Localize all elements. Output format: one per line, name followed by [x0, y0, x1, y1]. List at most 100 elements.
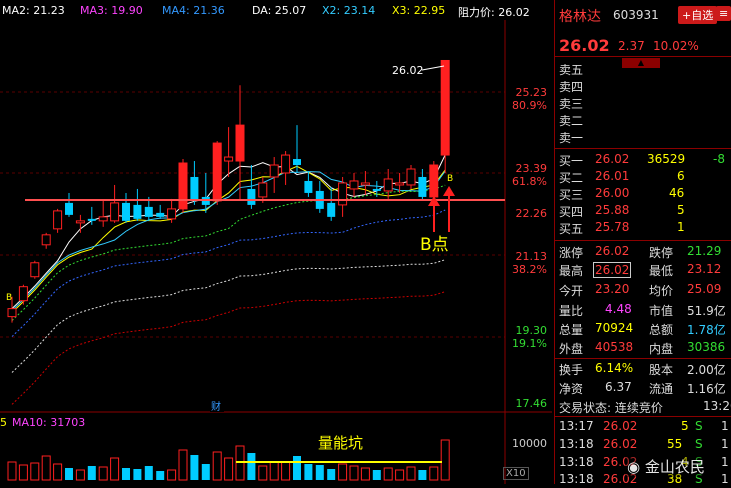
candle [190, 161, 199, 205]
finance-marker: 财 [211, 400, 221, 413]
candle [75, 214, 85, 233]
stat-limit: 涨停 26.02 跌停 21.29 [559, 244, 722, 260]
volume-bar [212, 451, 222, 481]
candle-body [224, 156, 234, 162]
legend-ma3: MA3: 19.90 [80, 4, 143, 17]
volume-bar [156, 471, 165, 480]
candle-body [269, 164, 279, 178]
ma-line-green [11, 184, 446, 321]
price-change: 2.37 [618, 39, 645, 53]
candle [224, 127, 234, 177]
more-icon[interactable]: ≡ [716, 6, 731, 21]
candle [110, 184, 120, 223]
volume-bar [315, 465, 324, 480]
stock-code: 603931 [613, 8, 659, 22]
legend-resistance: 阻力价: 26.02 [458, 6, 530, 19]
y-label-191: 19.1% [512, 337, 547, 350]
candle-body [53, 210, 63, 230]
candle-body [178, 162, 188, 210]
candle-body [7, 308, 17, 318]
candle [304, 170, 313, 197]
tick-row: 13:17 26.02 5 S 1 [559, 419, 729, 433]
y-label-1746: 17.46 [515, 397, 548, 410]
volume-bar [327, 469, 336, 480]
candle [133, 188, 142, 221]
volume-bar [75, 469, 85, 481]
candle-body [133, 204, 142, 219]
ma-line-cyan [11, 170, 446, 311]
stock-header: 格林达 603931 +自选 ≡ [555, 6, 731, 26]
buy-1: 买一 26.02 36529 -8 [559, 152, 725, 168]
b-marker-right: B [447, 174, 453, 184]
candle [269, 157, 279, 193]
add-watchlist-button[interactable]: +自选 [678, 6, 718, 24]
volume-bar [360, 467, 370, 481]
volume-bar [18, 464, 28, 481]
candle-body [406, 168, 416, 186]
volume-legend-prefix: 5 [0, 416, 7, 429]
ma-line-white [11, 154, 446, 310]
volume-bars [7, 439, 450, 481]
candle-body [65, 202, 73, 215]
volume-bar [41, 455, 51, 481]
candle [315, 180, 324, 213]
candle-body [304, 180, 313, 193]
candle-body [247, 188, 256, 205]
candle-body [418, 176, 427, 197]
candle [281, 151, 291, 185]
candle-body [258, 182, 268, 198]
volume-bar [133, 469, 142, 480]
volume-bar [87, 466, 96, 480]
volume-bar [53, 463, 63, 481]
sep-1 [555, 56, 731, 57]
buy-4: 买四 25.88 5 [559, 203, 685, 219]
b-arrow-2-head [443, 186, 455, 196]
volume-bar [30, 462, 40, 481]
candle [18, 284, 28, 305]
candle [418, 169, 427, 201]
candle-body [110, 202, 120, 222]
volume-unit-button[interactable]: X10 [503, 467, 529, 480]
volume-bar [65, 468, 73, 480]
candle [235, 85, 245, 201]
candle-body [41, 234, 51, 246]
kline-chart-area[interactable]: 26.02 B点 B B 量能坑 财 MA2: 21.23 MA3: 19.90… [0, 0, 552, 484]
stat-volume-amount: 总量 70924 总额 1.78亿 [559, 321, 726, 337]
volume-bar [224, 457, 234, 481]
candle [349, 172, 359, 197]
volume-bar [122, 468, 130, 480]
candle [41, 232, 51, 249]
volume-bar [406, 466, 416, 481]
candle-body [327, 202, 336, 217]
price-row: 26.02 2.37 10.02% [555, 36, 731, 56]
candle [178, 159, 188, 213]
candle-body [338, 182, 348, 206]
volume-bar [7, 461, 17, 481]
sell-4: 卖四 [559, 80, 584, 94]
volume-bar [293, 456, 301, 480]
stat-open-avg: 今开 23.20 均价 25.09 [559, 282, 722, 298]
candle-body [167, 208, 177, 220]
stock-name: 格林达 [559, 9, 601, 25]
volume-bar [98, 466, 108, 481]
volume-legend: MA10: 31703 [12, 416, 86, 429]
candle-body [75, 220, 85, 224]
buy-2: 买二 26.01 6 [559, 169, 685, 185]
candle [338, 176, 348, 217]
candle-body [122, 202, 130, 221]
candle-body [360, 182, 370, 186]
volume-bar [178, 449, 188, 481]
candle [122, 192, 130, 223]
volume-bar [167, 469, 177, 481]
buy-5: 买五 25.78 1 [559, 220, 685, 236]
legend-x3: X3: 22.95 [392, 4, 446, 17]
volume-bar [247, 453, 256, 480]
y-label-2523: 25.23 [515, 86, 548, 99]
kline-svg[interactable]: 26.02 B点 B B 量能坑 财 [0, 0, 552, 484]
candle-body [281, 154, 291, 174]
candle-body [349, 180, 359, 190]
candle [30, 260, 40, 279]
volume-bar [395, 469, 405, 481]
watermark: ◉ 金山农民 [625, 456, 707, 477]
volume-bar [383, 467, 393, 481]
